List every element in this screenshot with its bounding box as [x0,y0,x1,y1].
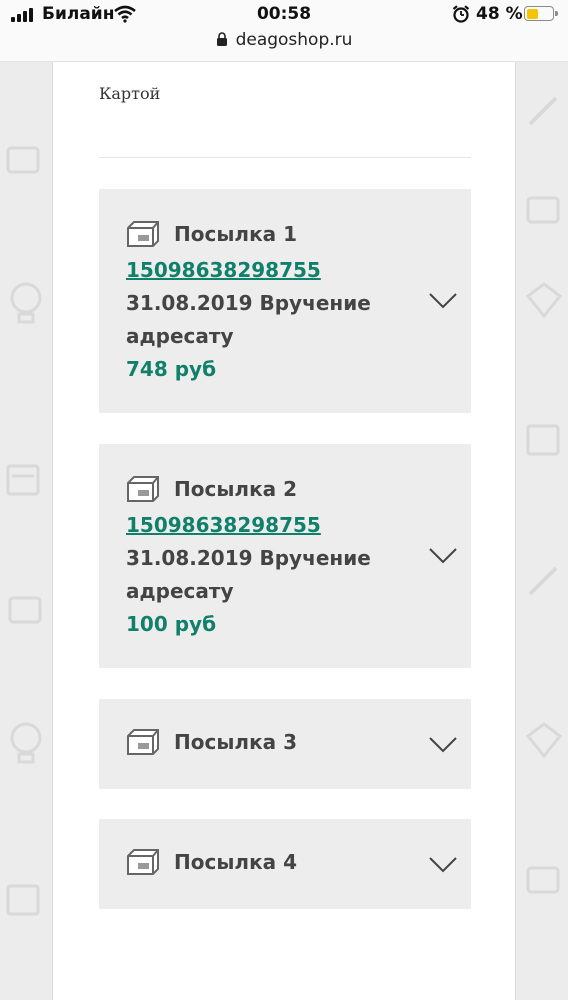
parcel-box-icon [127,221,159,247]
tracking-link[interactable]: 15098638298755 [126,258,321,282]
doodle-icon [6,464,40,496]
delivery-status: 31.08.2019 Вручение [126,291,371,315]
parcel-header: Посылка 2 [126,475,297,503]
address-bar[interactable]: deagoshop.ru [0,30,568,50]
payment-method: Картой [99,84,161,103]
delivery-status: 31.08.2019 Вручение [126,546,371,570]
chevron-down-icon[interactable] [429,548,457,564]
delivery-status-cont: адресату [126,324,234,348]
parcel-box-icon [127,476,159,502]
diamond-icon [525,722,563,759]
doodle-icon [526,866,560,894]
divider [99,157,471,158]
parcel-title: Посылка 2 [174,477,298,501]
parcel-card-2[interactable]: Посылка 2 15098638298755 31.08.2019 Вруч… [99,444,471,668]
diamond-icon [525,282,563,319]
lightbulb-icon [10,282,42,324]
order-panel: Картой Посылка 1 15098638298755 31.08.20… [52,62,516,1000]
lock-icon [216,32,227,46]
status-bar: Билайн 00:58 48 % deagoshop.ru [0,0,568,62]
doodle-icon [8,596,42,624]
parcel-title: Посылка 4 [174,850,298,874]
parcel-card-1[interactable]: Посылка 1 15098638298755 31.08.2019 Вруч… [99,189,471,413]
tracking-link[interactable]: 15098638298755 [126,513,321,537]
parcel-price: 100 руб [126,612,217,636]
parcel-title: Посылка 3 [174,730,298,754]
chevron-down-icon[interactable] [429,737,457,753]
doodle-icon [526,424,560,456]
parcel-price: 748 руб [126,357,217,381]
pencil-icon [528,566,558,596]
doodle-icon [6,884,40,916]
parcel-card-3[interactable]: Посылка 3 [99,699,471,789]
doodle-icon [6,146,40,174]
tracking-row: 15098638298755 [126,254,321,287]
alarm-icon [452,5,470,23]
doodle-icon [526,196,560,224]
tracking-row: 15098638298755 [126,509,321,542]
parcel-header: Посылка 1 [126,220,297,248]
parcel-header: Посылка 3 [126,728,297,756]
delivery-status-cont: адресату [126,579,234,603]
pencil-icon [528,96,558,126]
chevron-down-icon[interactable] [429,293,457,309]
parcel-header: Посылка 4 [126,848,297,876]
parcel-box-icon [127,729,159,755]
battery-level [526,8,539,19]
chevron-down-icon[interactable] [429,857,457,873]
battery-percent: 48 % [476,4,523,24]
parcel-title: Посылка 1 [174,222,298,246]
lightbulb-icon [10,722,42,764]
parcel-box-icon [127,849,159,875]
battery-icon [524,6,558,21]
url-text: deagoshop.ru [235,30,353,50]
parcel-card-4[interactable]: Посылка 4 [99,819,471,909]
